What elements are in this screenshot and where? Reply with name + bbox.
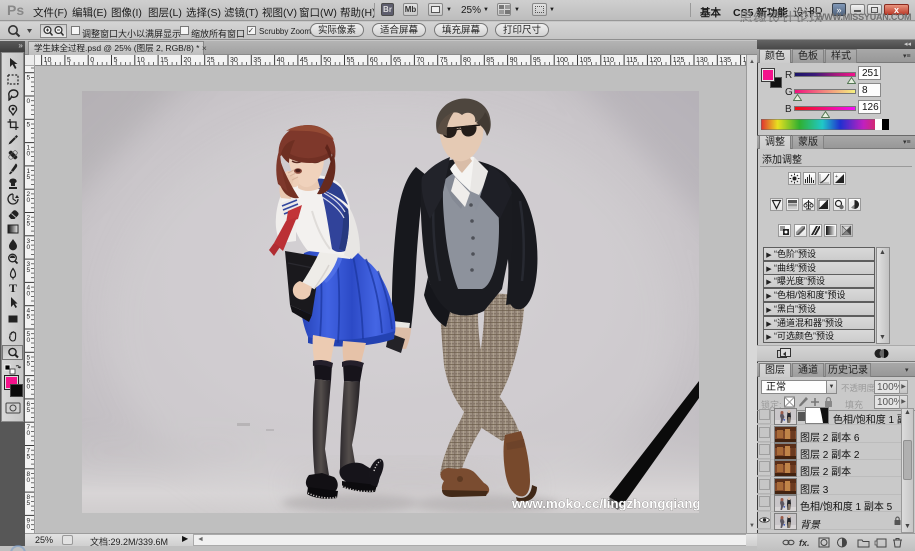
svg-text:5: 5 — [27, 360, 31, 367]
svg-text:5: 5 — [27, 267, 31, 274]
svg-text:85: 85 — [486, 57, 494, 64]
svg-text:0: 0 — [27, 244, 31, 251]
svg-text:60: 60 — [370, 57, 378, 64]
svg-text:0: 0 — [27, 290, 31, 297]
svg-text:5: 5 — [27, 75, 31, 82]
svg-text:5: 5 — [114, 57, 118, 64]
svg-text:40: 40 — [277, 57, 285, 64]
svg-text:0: 0 — [27, 384, 31, 391]
svg-text:120: 120 — [649, 57, 661, 64]
svg-text:130: 130 — [696, 57, 708, 64]
svg-text:0: 0 — [27, 197, 31, 204]
svg-text:95: 95 — [533, 57, 541, 64]
svg-text:25: 25 — [207, 57, 215, 64]
svg-text:30: 30 — [230, 57, 238, 64]
svg-text:0: 0 — [90, 57, 94, 64]
svg-text:110: 110 — [603, 57, 614, 64]
svg-text:5: 5 — [27, 500, 31, 507]
svg-text:55: 55 — [347, 57, 355, 64]
svg-text:0: 0 — [27, 337, 31, 344]
svg-text:50: 50 — [323, 57, 331, 64]
svg-text:5: 5 — [27, 174, 31, 181]
svg-text:www.moko.cc/lingzhongqiang: www.moko.cc/lingzhongqiang — [511, 496, 699, 511]
svg-text:5: 5 — [67, 57, 71, 64]
svg-text:10: 10 — [44, 57, 52, 64]
svg-text:0: 0 — [27, 98, 31, 105]
svg-text:90: 90 — [510, 57, 518, 64]
svg-text:0: 0 — [27, 523, 31, 530]
svg-text:20: 20 — [183, 57, 191, 64]
svg-text:35: 35 — [253, 57, 261, 64]
svg-text:5: 5 — [27, 454, 31, 461]
svg-text:80: 80 — [463, 57, 471, 64]
svg-text:fx.: fx. — [799, 538, 810, 548]
svg-text:70: 70 — [416, 57, 424, 64]
svg-text:+: + — [835, 174, 838, 180]
svg-text:75: 75 — [440, 57, 448, 64]
svg-text:5: 5 — [27, 121, 31, 128]
svg-text:5: 5 — [27, 221, 31, 228]
svg-text:T: T — [9, 281, 17, 295]
svg-text:5: 5 — [27, 407, 31, 414]
svg-text:125: 125 — [673, 57, 685, 64]
svg-text:5: 5 — [27, 314, 31, 321]
svg-text:65: 65 — [393, 57, 401, 64]
svg-text:0: 0 — [27, 151, 31, 158]
svg-text:0: 0 — [27, 430, 31, 437]
svg-text:45: 45 — [300, 57, 308, 64]
svg-text:100: 100 — [556, 57, 568, 64]
svg-text:10: 10 — [137, 57, 145, 64]
svg-text:15: 15 — [160, 57, 168, 64]
svg-text:115: 115 — [626, 57, 637, 64]
svg-text:105: 105 — [580, 57, 592, 64]
svg-text:135: 135 — [719, 57, 731, 64]
svg-text:0: 0 — [27, 477, 31, 484]
